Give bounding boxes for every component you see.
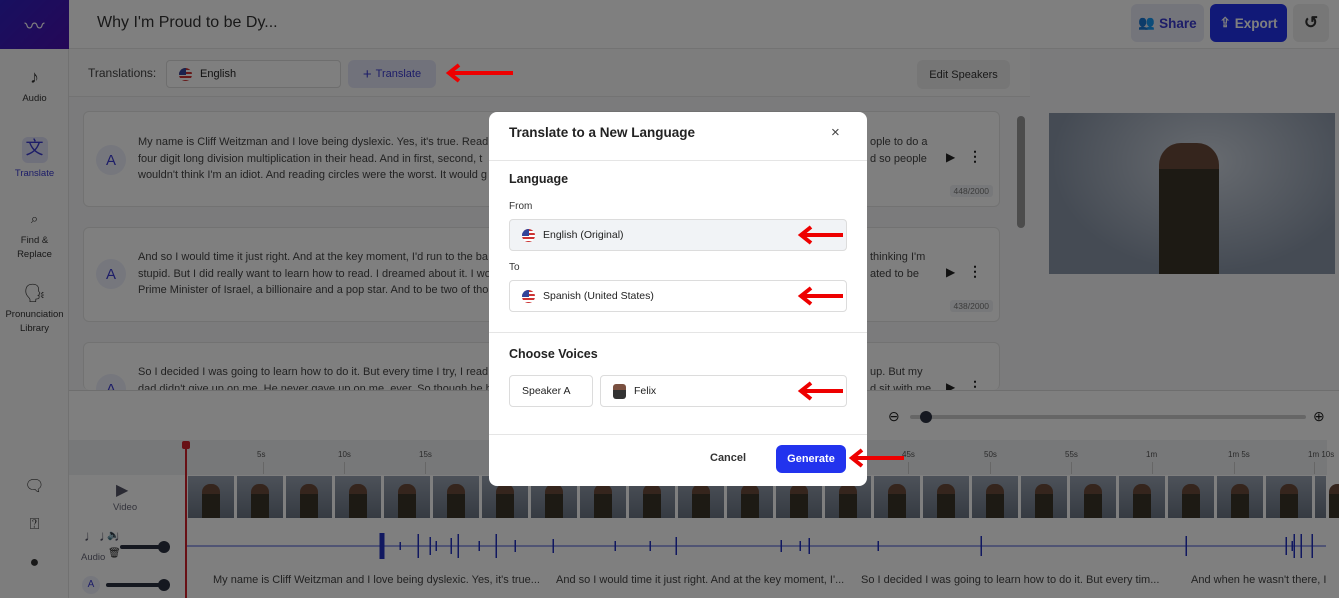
voice-value: Felix	[634, 385, 657, 397]
speaker-label-field: Speaker A	[509, 375, 593, 407]
divider	[489, 332, 867, 333]
voices-heading: Choose Voices	[509, 347, 598, 361]
annotation-arrow	[797, 225, 843, 245]
divider	[489, 434, 867, 435]
cancel-button[interactable]: Cancel	[710, 452, 746, 464]
from-value: English (Original)	[543, 229, 624, 241]
to-value: Spanish (United States)	[543, 290, 654, 302]
dialog-title: Translate to a New Language	[509, 125, 696, 140]
close-icon[interactable]: ×	[831, 124, 840, 141]
annotation-arrow	[797, 286, 843, 306]
annotation-arrow	[797, 381, 843, 401]
us-flag-icon	[522, 228, 535, 242]
annotation-arrow	[445, 63, 513, 83]
from-label: From	[509, 201, 533, 212]
language-heading: Language	[509, 172, 569, 186]
annotation-arrow	[848, 448, 904, 468]
voice-avatar	[613, 383, 626, 399]
us-flag-icon	[522, 289, 535, 303]
to-label: To	[509, 262, 520, 273]
generate-button[interactable]: Generate	[776, 445, 846, 473]
divider	[489, 160, 867, 161]
